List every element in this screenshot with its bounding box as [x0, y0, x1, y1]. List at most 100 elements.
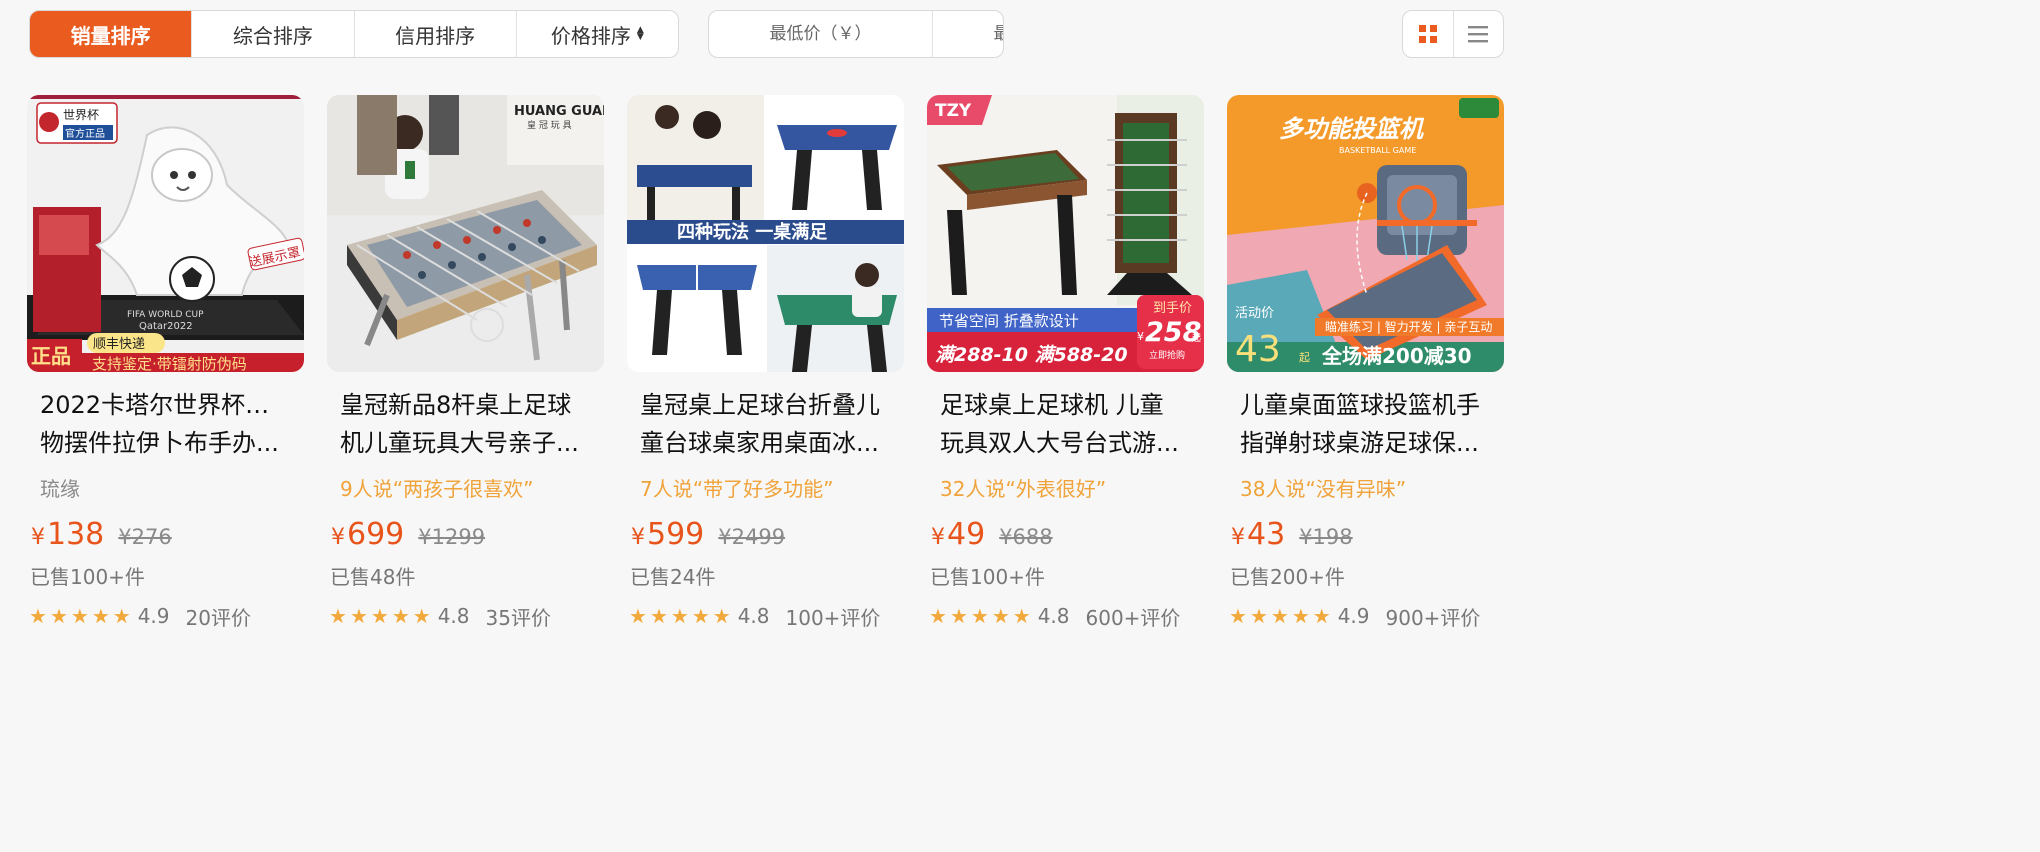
product-image[interactable]: 送展示罩 世界杯 官方正品 FIFA WORLD CUP Qatar2022 顺…: [27, 95, 304, 372]
list-view-button[interactable]: [1452, 11, 1504, 57]
rating-row: ★ ★ ★ ★ ★ 4.8 600+评价: [929, 602, 1204, 630]
rating-row: ★ ★ ★ ★ ★ 4.8 35评价: [329, 602, 604, 630]
review-highlight[interactable]: 9人说“两孩子很喜欢”: [340, 475, 604, 503]
cup-text-1: FIFA WORLD CUP: [127, 310, 204, 320]
rating-row: ★ ★ ★ ★ ★ 4.9 900+评价: [1229, 602, 1504, 630]
cup-text-2: Qatar2022: [139, 321, 193, 332]
genuine-text: 正品: [31, 344, 71, 368]
view-toggle: [1402, 10, 1504, 58]
review-count[interactable]: 20评价: [186, 602, 251, 631]
currency-symbol: ¥: [31, 525, 45, 550]
sort-by-price-button[interactable]: 价格排序 ▲ ▼: [515, 11, 678, 57]
sold-count: 已售100+件: [30, 565, 145, 589]
sort-by-overall-button[interactable]: 综合排序: [191, 11, 353, 57]
grid-view-button[interactable]: [1403, 11, 1453, 57]
current-price: 43: [1247, 517, 1286, 552]
star-rating-icon: ★ ★ ★ ★ ★: [929, 604, 1031, 628]
rating-score: 4.9: [1337, 604, 1370, 628]
rating-score: 4.9: [137, 604, 170, 628]
min-price-input[interactable]: [709, 11, 932, 57]
price-range-filter: [708, 10, 1004, 58]
price-row: ¥ 49 ¥688: [931, 517, 1204, 552]
sold-count: 已售200+件: [1230, 565, 1345, 589]
review-highlight[interactable]: 38人说“没有异味”: [1240, 475, 1504, 503]
sort-by-sales-button[interactable]: 销量排序: [30, 11, 192, 57]
buy-now-text: 立即抢购: [1149, 349, 1185, 361]
promo-text: 全场满200减30: [1321, 344, 1472, 368]
auth-text: 支持鉴定·带镭射防伪码: [92, 355, 247, 372]
price-row: ¥ 599 ¥2499: [631, 517, 904, 552]
headline-text: 多功能投篮机: [1279, 115, 1425, 143]
product-image[interactable]: 四种玩法 一桌满足: [627, 95, 904, 372]
rating-score: 4.8: [1037, 604, 1070, 628]
review-count[interactable]: 900+评价: [1386, 602, 1481, 631]
search-results-page: 销量排序 综合排序 信用排序 价格排序 ▲ ▼ 最低价（￥） 最高价（￥） 送展…: [0, 0, 1568, 655]
activity-price: 43: [1235, 329, 1281, 370]
star-rating-icon: ★ ★ ★ ★ ★: [29, 604, 131, 628]
currency-symbol: ¥: [1231, 525, 1245, 550]
subheadline-text: BASKETBALL GAME: [1339, 146, 1416, 155]
rating-row: ★ ★ ★ ★ ★ 4.8 100+评价: [629, 602, 904, 630]
current-price: 699: [347, 517, 405, 552]
product-title[interactable]: 儿童桌面篮球投篮机手 指弹射球桌游足球保...: [1240, 386, 1492, 462]
sold-count: 已售48件: [330, 565, 416, 589]
product-title-line-1: 皇冠桌上足球台折叠儿: [640, 391, 880, 419]
product-card[interactable]: 送展示罩 世界杯 官方正品 FIFA WORLD CUP Qatar2022 顺…: [27, 95, 304, 630]
promo-text: 满288-10 满588-20: [935, 344, 1128, 366]
review-count[interactable]: 35评价: [486, 602, 551, 631]
original-price: ¥1299: [418, 525, 486, 549]
review-count[interactable]: 100+评价: [786, 602, 881, 631]
max-price-input[interactable]: [932, 11, 1003, 57]
price-row: ¥ 43 ¥198: [1231, 517, 1504, 552]
sort-by-price-label: 价格排序: [550, 23, 631, 48]
currency-symbol: ¥: [931, 525, 945, 550]
current-price: 138: [47, 517, 105, 552]
sold-count: 已售100+件: [930, 565, 1045, 589]
rating-row: ★ ★ ★ ★ ★ 4.9 20评价: [29, 602, 304, 630]
badge-worldcup-text: 世界杯: [63, 108, 99, 122]
svg-text:¥: ¥: [1137, 330, 1144, 343]
tzy-logo-text: TZY: [935, 101, 972, 121]
review-highlight[interactable]: 32人说“外表很好”: [940, 475, 1204, 503]
features-text: 瞄准练习 | 智力开发 | 亲子互动: [1325, 319, 1492, 334]
star-rating-icon: ★ ★ ★ ★ ★: [1229, 604, 1331, 628]
product-title-line-2: 物摆件拉伊卜布手办...: [40, 429, 279, 457]
activity-label: 活动价: [1235, 306, 1274, 321]
sf-express-text: 顺丰快递: [93, 337, 145, 352]
product-image[interactable]: HUANG GUAN 皇 冠 玩 具: [327, 95, 604, 372]
product-title[interactable]: 2022卡塔尔世界杯吉祥 物摆件拉伊卜布手办...: [40, 386, 292, 462]
product-title-line-2: 机儿童玩具大号亲子...: [340, 429, 579, 457]
product-title[interactable]: 皇冠新品8杆桌上足球 机儿童玩具大号亲子...: [340, 386, 592, 462]
list-icon: [1468, 26, 1489, 43]
review-highlight[interactable]: 7人说“带了好多功能”: [640, 475, 904, 503]
brand-text-1: HUANG GUAN: [514, 104, 604, 119]
product-title-line-2: 玩具双人大号台式游...: [940, 429, 1179, 457]
product-card[interactable]: HUANG GUAN 皇 冠 玩 具 皇冠新品8杆桌上足球 机儿童玩具大号亲子.…: [327, 95, 604, 630]
product-title-line-2: 指弹射球桌游足球保...: [1240, 429, 1479, 457]
product-title[interactable]: 足球桌上足球机 儿童 玩具双人大号台式游...: [940, 386, 1192, 462]
price-row: ¥ 699 ¥1299: [331, 517, 604, 552]
hand-price-suffix: 起: [1192, 333, 1201, 344]
product-grid: 送展示罩 世界杯 官方正品 FIFA WORLD CUP Qatar2022 顺…: [27, 95, 1504, 630]
product-card[interactable]: 多功能投篮机 BASKETBALL GAME 活动价 43 起 瞄准练习 | 智…: [1227, 95, 1504, 630]
current-price: 49: [947, 517, 986, 552]
star-rating-icon: ★ ★ ★ ★ ★: [329, 604, 431, 628]
product-image[interactable]: 多功能投篮机 BASKETBALL GAME 活动价 43 起 瞄准练习 | 智…: [1227, 95, 1504, 372]
product-title-line-1: 儿童桌面篮球投篮机手: [1240, 391, 1480, 419]
rating-score: 4.8: [437, 604, 470, 628]
shop-name[interactable]: 琉缘: [40, 475, 304, 503]
product-card[interactable]: TZY 节省空间 折叠款设计 满288-10 满588-20 到手价 ¥ 258…: [927, 95, 1204, 630]
hand-price-label: 到手价: [1153, 301, 1192, 316]
sort-by-credit-button[interactable]: 信用排序: [353, 11, 516, 57]
currency-symbol: ¥: [631, 525, 645, 550]
product-title[interactable]: 皇冠桌上足球台折叠儿 童台球桌家用桌面冰...: [640, 386, 892, 462]
product-image[interactable]: TZY 节省空间 折叠款设计 满288-10 满588-20 到手价 ¥ 258…: [927, 95, 1204, 372]
sold-count: 已售24件: [630, 565, 716, 589]
review-count[interactable]: 600+评价: [1086, 602, 1181, 631]
product-title-line-1: 足球桌上足球机 儿童: [940, 391, 1164, 419]
original-price: ¥198: [1299, 525, 1353, 549]
modes-banner-text: 四种玩法 一桌满足: [677, 221, 827, 243]
product-card[interactable]: 四种玩法 一桌满足 皇冠桌上足球台折叠儿 童台球桌家用桌面冰... 7人说“带了…: [627, 95, 904, 630]
sort-updown-icon: ▲ ▼: [636, 25, 644, 42]
badge-official-text: 官方正品: [65, 127, 105, 140]
